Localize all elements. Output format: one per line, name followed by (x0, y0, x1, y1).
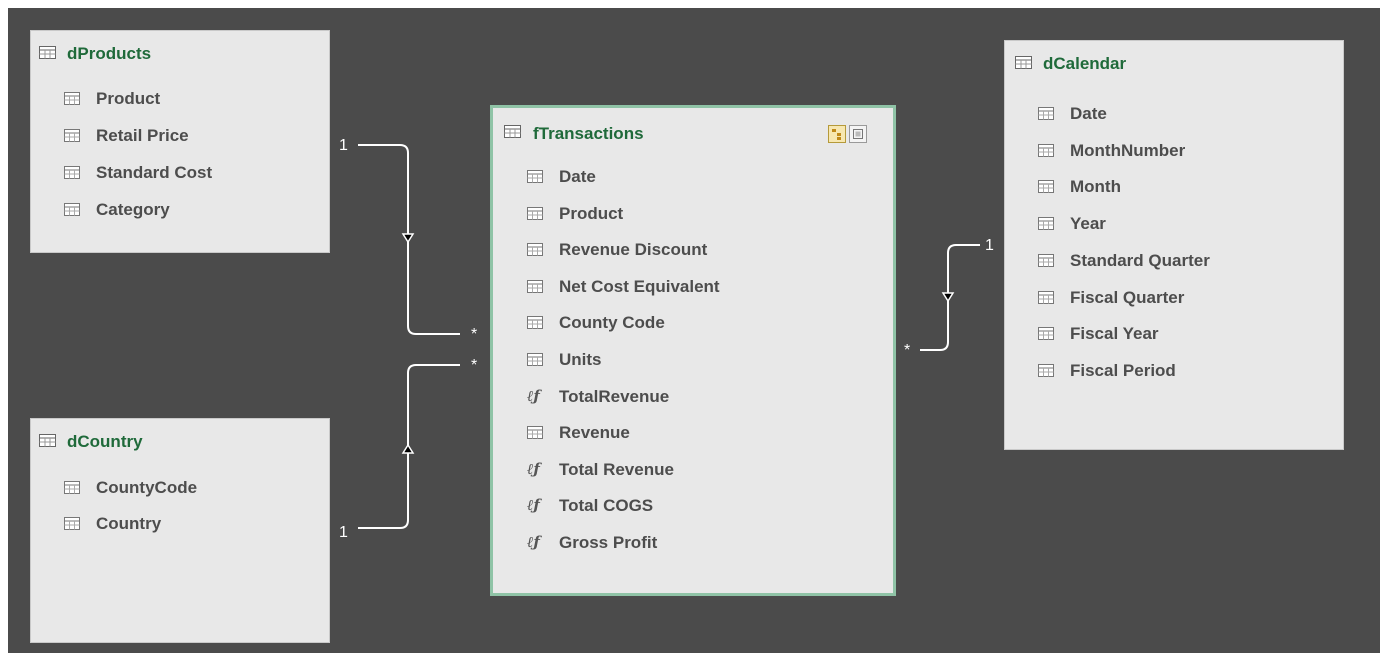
column-icon (64, 481, 80, 494)
field-label: Units (559, 350, 602, 369)
field-label: Retail Price (96, 126, 189, 145)
field-label: Gross Profit (559, 533, 658, 552)
field-label: Total Revenue (559, 459, 674, 479)
hierarchy-icon (832, 129, 841, 140)
create-hierarchy-button[interactable] (828, 125, 846, 143)
field-label: TotalRevenue (559, 386, 670, 406)
filter-arrow-down-icon (941, 292, 955, 303)
column-icon (527, 426, 543, 440)
column-icon (64, 129, 80, 142)
column-icon (527, 243, 543, 257)
measure-icon: ℓƒ (527, 533, 540, 551)
field-label: County Code (559, 313, 665, 333)
column-icon (527, 170, 543, 183)
table-icon (39, 434, 56, 447)
cardinality-many-calendar: * (904, 342, 911, 359)
field-label: CountyCode (96, 478, 198, 497)
column-icon (1038, 327, 1054, 341)
maximize-table-button[interactable] (849, 125, 867, 143)
table-dproducts[interactable]: dProducts Product Retail Price Standard … (30, 30, 330, 253)
column-icon (1038, 143, 1054, 157)
table-title[interactable]: dCalendar (1043, 54, 1126, 74)
table-dcalendar[interactable]: dCalendar Date MonthNumber Month Year Standa… (1004, 40, 1344, 450)
filter-arrow-up-icon (401, 443, 415, 454)
field-label: Fiscal Quarter (1070, 287, 1185, 307)
field-label: Standard Cost (96, 163, 213, 182)
table-ftransactions[interactable]: fTransactions Date Product Revenue Discoun… (490, 105, 896, 596)
table-dcountry[interactable]: dCountry CountyCode Country (30, 418, 330, 643)
table-icon (1015, 56, 1032, 69)
column-icon (1038, 180, 1054, 194)
field-label: Fiscal Year (1070, 324, 1159, 344)
cardinality-one-country: 1 (339, 524, 348, 541)
column-icon (527, 353, 543, 366)
field-label: Country (96, 514, 162, 533)
column-icon (1038, 107, 1054, 120)
measure-icon: ℓƒ (527, 386, 540, 405)
column-icon (527, 206, 543, 220)
table-header[interactable]: fTransactions (493, 108, 893, 152)
maximize-icon (853, 129, 863, 139)
column-icon (64, 517, 80, 530)
table-icon (39, 46, 56, 59)
field-label: Date (559, 167, 596, 186)
field-label: Fiscal Period (1070, 360, 1176, 380)
field-label: Date (1070, 104, 1107, 123)
table-title[interactable]: dCountry (67, 432, 143, 452)
table-title[interactable]: dProducts (67, 44, 151, 64)
field-label: Product (96, 89, 161, 108)
field-label: Standard Quarter (1070, 250, 1210, 270)
column-icon (527, 279, 543, 293)
field-label: Total COGS (559, 496, 654, 516)
field-label: Category (96, 200, 170, 219)
column-icon (64, 92, 80, 105)
table-header[interactable]: dCountry (31, 419, 329, 463)
measure-icon: ℓƒ (527, 459, 540, 478)
table-title[interactable]: fTransactions (533, 124, 644, 144)
diagram-canvas: 1 * * 1 * 1 dProducts Product Retail Pri… (8, 8, 1380, 653)
table-header[interactable]: dProducts (31, 31, 329, 75)
field-label: Revenue Discount (559, 240, 708, 260)
field-label: Revenue (559, 423, 630, 443)
table-header[interactable]: dCalendar (1005, 41, 1343, 85)
field-label: Product (559, 203, 624, 223)
field-label: Year (1070, 214, 1106, 234)
column-icon (1038, 363, 1054, 377)
column-icon (1038, 290, 1054, 304)
table-icon (504, 125, 521, 138)
cardinality-one-calendar: 1 (985, 237, 994, 254)
cardinality-one-products: 1 (339, 137, 348, 154)
field-label: MonthNumber (1070, 140, 1186, 160)
filter-arrow-down-icon (401, 233, 415, 244)
cardinality-many-products: * (471, 326, 478, 343)
column-icon (1038, 217, 1054, 231)
measure-icon: ℓƒ (527, 496, 540, 515)
column-icon (1038, 253, 1054, 267)
column-icon (527, 316, 543, 330)
field-label: Net Cost Equivalent (559, 276, 720, 296)
field-label: Month (1070, 177, 1121, 197)
column-icon (64, 166, 80, 179)
column-icon (64, 203, 80, 216)
cardinality-many-country: * (471, 357, 478, 374)
